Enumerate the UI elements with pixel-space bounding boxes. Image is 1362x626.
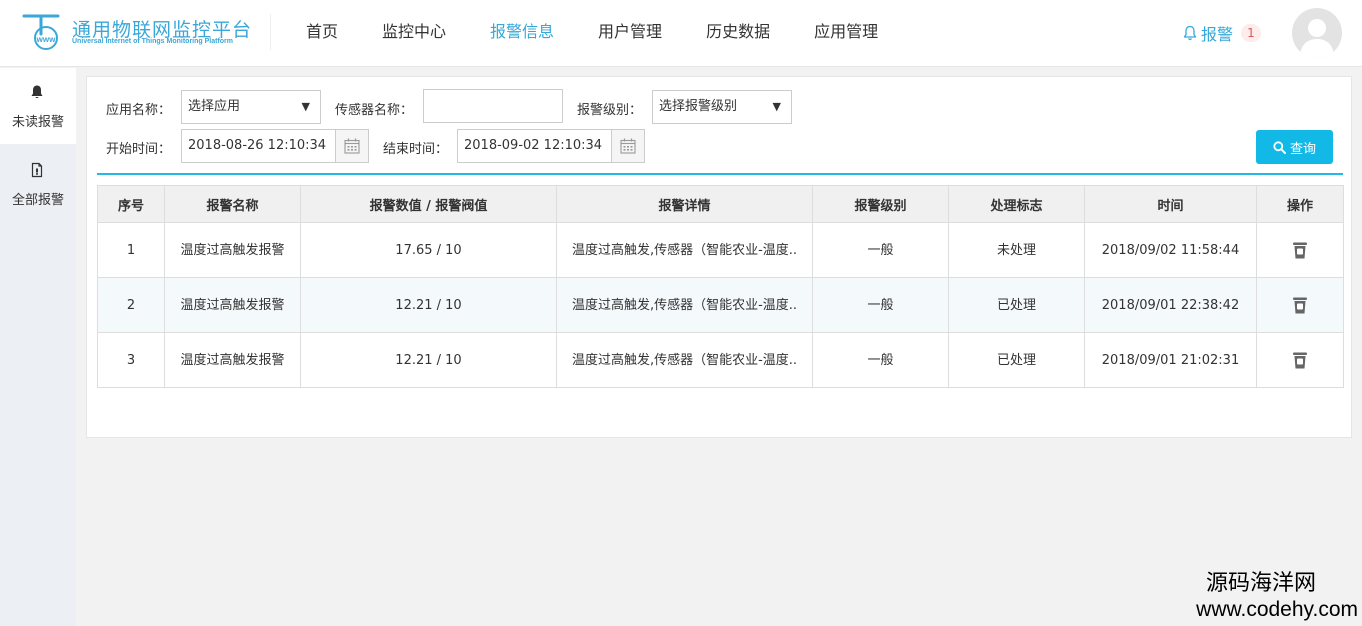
- calendar-icon: [344, 138, 360, 154]
- user-avatar-icon: [1300, 19, 1334, 58]
- table-row[interactable]: 3 温度过高触发报警 12.21 / 10 温度过高触发,传感器（智能农业-温度…: [97, 332, 1344, 388]
- avatar[interactable]: [1292, 8, 1342, 58]
- end-time-label: 结束时间：: [383, 142, 449, 157]
- alarm-table: 序号 报警名称 报警数值 / 报警阀值 报警详情 报警级别 处理标志 时间 操作…: [97, 185, 1344, 388]
- trash-icon[interactable]: [1291, 295, 1309, 315]
- cell-status: 已处理: [948, 332, 1085, 388]
- logo-divider: [270, 14, 271, 50]
- column-header-level[interactable]: 报警级别: [812, 185, 949, 223]
- cell-detail: 温度过高触发,传感器（智能农业-温度..: [556, 332, 813, 388]
- cell-action: [1256, 222, 1344, 278]
- column-header-name[interactable]: 报警名称: [164, 185, 301, 223]
- cell-value: 12.21 / 10: [300, 277, 557, 333]
- nav-app-management[interactable]: 应用管理: [792, 0, 900, 66]
- sidebar-item-all-alarms[interactable]: 全部报警: [0, 146, 76, 222]
- detail-text: 温度过高触发,传感器（智能农业-温度..: [571, 352, 798, 368]
- detail-text: 温度过高触发,传感器（智能农业-温度..: [571, 242, 798, 258]
- sidebar-item-label: 全部报警: [11, 193, 64, 208]
- alarm-level-label: 报警级别：: [577, 103, 643, 118]
- column-header-value[interactable]: 报警数值 / 报警阀值: [300, 185, 557, 223]
- logo-mark-text: www: [36, 35, 56, 44]
- trash-icon[interactable]: [1291, 350, 1309, 370]
- nav-user-management[interactable]: 用户管理: [576, 0, 684, 66]
- watermark-line-2: www.codehy.com: [1196, 598, 1358, 621]
- nav-monitor-center[interactable]: 监控中心: [360, 0, 468, 66]
- chevron-down-icon: ▼: [772, 100, 781, 113]
- app-select[interactable]: 选择应用 ▼: [181, 90, 321, 124]
- alarm-link[interactable]: 报警: [1183, 22, 1233, 44]
- cell-time: 2018/09/01 21:02:31: [1084, 332, 1257, 388]
- column-header-index[interactable]: 序号: [97, 185, 165, 223]
- cell-status: 已处理: [948, 277, 1085, 333]
- alarm-link-label: 报警: [1201, 25, 1234, 44]
- cell-status: 未处理: [948, 222, 1085, 278]
- cell-name: 温度过高触发报警: [164, 277, 301, 333]
- cell-index: 2: [97, 277, 165, 333]
- cell-time: 2018/09/02 11:58:44: [1084, 222, 1257, 278]
- trash-icon[interactable]: [1291, 240, 1309, 260]
- query-button[interactable]: 查询: [1256, 130, 1333, 164]
- column-header-status[interactable]: 处理标志: [948, 185, 1085, 223]
- cell-detail: 温度过高触发,传感器（智能农业-温度..: [556, 222, 813, 278]
- end-time-input[interactable]: 2018-09-02 12:10:34: [457, 129, 645, 163]
- start-time-label: 开始时间：: [106, 142, 172, 157]
- logo-subtitle: Universal Internet of Things Monitoring …: [72, 38, 234, 45]
- cell-index: 3: [97, 332, 165, 388]
- bell-outline-icon: [1183, 25, 1197, 41]
- column-header-action: 操作: [1256, 185, 1344, 223]
- table-row[interactable]: 2 温度过高触发报警 12.21 / 10 温度过高触发,传感器（智能农业-温度…: [97, 277, 1344, 333]
- app-select-value: 选择应用: [188, 99, 241, 114]
- alarm-level-select-value: 选择报警级别: [659, 99, 738, 114]
- calendar-icon: [620, 138, 636, 154]
- document-icon: [31, 162, 43, 178]
- logo-mark-icon: www: [22, 14, 60, 50]
- alarm-panel: 应用名称： 选择应用 ▼ 传感器名称： 报警级别： 选择报警级别 ▼ 开始时间：…: [86, 76, 1352, 438]
- query-button-label: 查询: [1289, 141, 1316, 157]
- cell-name: 温度过高触发报警: [164, 332, 301, 388]
- cell-time: 2018/09/01 22:38:42: [1084, 277, 1257, 333]
- sidebar: 未读报警 全部报警: [0, 68, 76, 626]
- column-header-time[interactable]: 时间: [1084, 185, 1257, 223]
- top-navbar: www 通用物联网监控平台 Universal Internet of Thin…: [0, 0, 1362, 67]
- chevron-down-icon: ▼: [301, 100, 310, 113]
- table-header-row: 序号 报警名称 报警数值 / 报警阀值 报警详情 报警级别 处理标志 时间 操作: [97, 185, 1344, 223]
- cell-level: 一般: [812, 332, 949, 388]
- nav-history-data[interactable]: 历史数据: [684, 0, 792, 66]
- cell-level: 一般: [812, 277, 949, 333]
- end-time-value: 2018-09-02 12:10:34: [464, 138, 603, 153]
- logo[interactable]: www 通用物联网监控平台 Universal Internet of Thin…: [20, 12, 251, 52]
- start-time-input[interactable]: 2018-08-26 12:10:34: [181, 129, 369, 163]
- start-time-value: 2018-08-26 12:10:34: [188, 138, 327, 153]
- start-calendar-button[interactable]: [335, 129, 369, 163]
- watermark: 源码海洋网 www.codehy.com: [1150, 570, 1362, 622]
- search-icon: [1273, 140, 1286, 154]
- cell-level: 一般: [812, 222, 949, 278]
- nav-alarm-info[interactable]: 报警信息: [468, 0, 576, 66]
- cell-detail: 温度过高触发,传感器（智能农业-温度..: [556, 277, 813, 333]
- end-calendar-button[interactable]: [611, 129, 645, 163]
- cell-name: 温度过高触发报警: [164, 222, 301, 278]
- cell-value: 17.65 / 10: [300, 222, 557, 278]
- filter-divider: [97, 173, 1343, 175]
- bell-icon: [31, 85, 43, 99]
- sidebar-item-unread-alarms[interactable]: 未读报警: [0, 68, 76, 144]
- detail-text: 温度过高触发,传感器（智能农业-温度..: [571, 297, 798, 313]
- main-nav: 首页 监控中心 报警信息 用户管理 历史数据 应用管理: [284, 0, 900, 66]
- cell-value: 12.21 / 10: [300, 332, 557, 388]
- nav-home[interactable]: 首页: [284, 0, 360, 66]
- app-name-label: 应用名称：: [106, 103, 172, 118]
- cell-index: 1: [97, 222, 165, 278]
- cell-action: [1256, 277, 1344, 333]
- table-row[interactable]: 1 温度过高触发报警 17.65 / 10 温度过高触发,传感器（智能农业-温度…: [97, 222, 1344, 278]
- watermark-line-1: 源码海洋网: [1205, 571, 1316, 596]
- sensor-name-input[interactable]: [423, 89, 563, 123]
- sidebar-item-label: 未读报警: [11, 115, 64, 130]
- cell-action: [1256, 332, 1344, 388]
- alarm-level-select[interactable]: 选择报警级别 ▼: [652, 90, 792, 124]
- sensor-name-label: 传感器名称：: [335, 103, 414, 118]
- alarm-count-badge: 1: [1241, 24, 1261, 42]
- column-header-detail[interactable]: 报警详情: [556, 185, 813, 223]
